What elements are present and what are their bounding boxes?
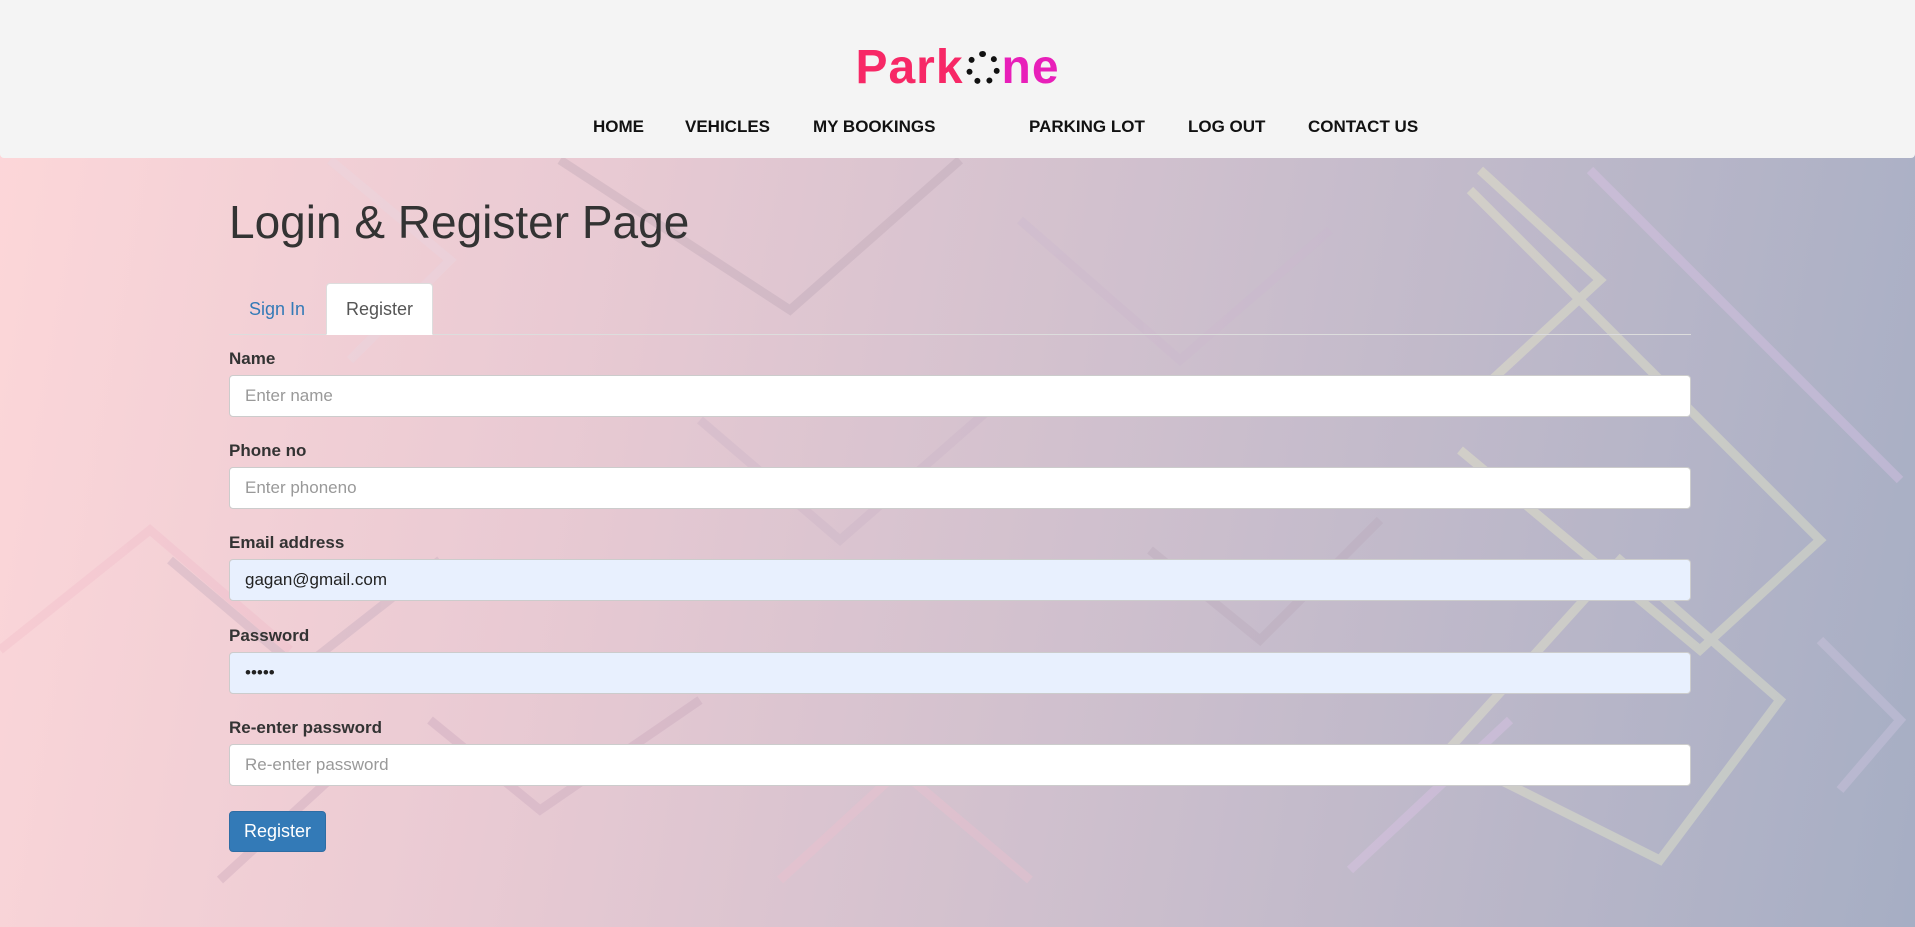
phone-input[interactable] xyxy=(229,467,1691,509)
phone-field-group: Phone no xyxy=(229,440,1691,509)
repassword-field-group: Re-enter password xyxy=(229,717,1691,786)
email-field-group: Email address xyxy=(229,532,1691,601)
page-title: Login & Register Page xyxy=(229,196,690,248)
phone-label: Phone no xyxy=(229,441,307,460)
site-header: Park ne HOME VEHICLES MY BOOKINGS PARKING… xyxy=(0,0,1915,158)
name-field-group: Name xyxy=(229,348,1691,417)
nav-my-bookings[interactable]: MY BOOKINGS xyxy=(813,115,935,139)
name-input[interactable] xyxy=(229,375,1691,417)
nav-vehicles[interactable]: VEHICLES xyxy=(685,115,770,139)
password-input[interactable] xyxy=(229,652,1691,694)
email-label: Email address xyxy=(229,533,345,552)
logo-text-ne: ne xyxy=(1001,41,1060,94)
main-nav: HOME VEHICLES MY BOOKINGS PARKING LOT LO… xyxy=(0,115,1915,139)
repassword-input[interactable] xyxy=(229,744,1691,786)
nav-log-out[interactable]: LOG OUT xyxy=(1188,115,1265,139)
logo-text-park: Park xyxy=(855,41,964,94)
email-input[interactable] xyxy=(229,559,1691,601)
nav-contact-us[interactable]: CONTACT US xyxy=(1308,115,1418,139)
tab-register[interactable]: Register xyxy=(326,283,434,335)
password-field-group: Password xyxy=(229,625,1691,694)
name-label: Name xyxy=(229,349,276,368)
register-button[interactable]: Register xyxy=(229,811,326,852)
tab-sign-in[interactable]: Sign In xyxy=(229,283,325,335)
nav-home[interactable]: HOME xyxy=(593,115,644,139)
tire-ring-icon xyxy=(965,51,1000,85)
repassword-label: Re-enter password xyxy=(229,718,383,737)
parkone-logo[interactable]: Park ne xyxy=(0,38,1915,98)
password-label: Password xyxy=(229,626,310,645)
nav-parking-lot[interactable]: PARKING LOT xyxy=(1029,115,1145,139)
auth-tabs: Sign In Register xyxy=(229,283,1691,335)
